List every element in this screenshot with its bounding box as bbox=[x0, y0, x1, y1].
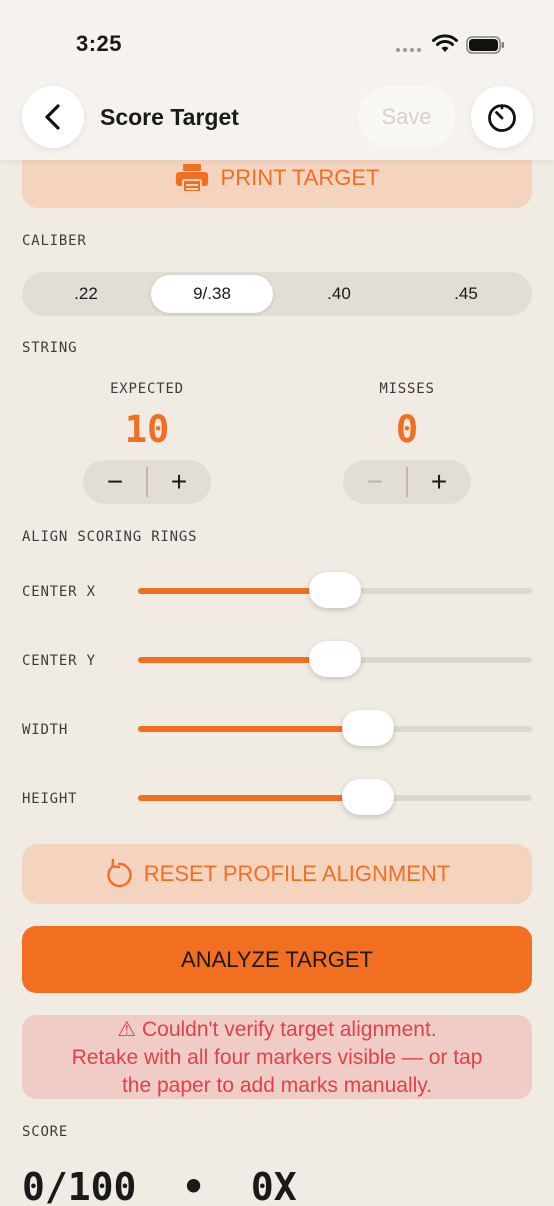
page-title: Score Target bbox=[100, 104, 239, 130]
expected-label: EXPECTED bbox=[110, 381, 184, 397]
center-x-label: CENTER X bbox=[22, 584, 96, 600]
alert-line: the paper to add marks manually. bbox=[121, 1074, 433, 1097]
slider-fill bbox=[138, 726, 369, 732]
reset-icon bbox=[107, 858, 132, 888]
chevron-left-icon bbox=[45, 104, 60, 130]
print-target-label: PRINT TARGET bbox=[220, 165, 380, 190]
score-value: 0/100 bbox=[22, 1165, 137, 1206]
expected-decrement-button[interactable]: − bbox=[83, 460, 147, 504]
caliber-option-9-38[interactable]: 9/.38 bbox=[151, 275, 273, 313]
score-section-label: SCORE bbox=[22, 1124, 69, 1140]
timer-icon bbox=[488, 101, 516, 132]
misses-increment-button[interactable]: + bbox=[407, 460, 471, 504]
expected-increment-button[interactable]: + bbox=[147, 460, 211, 504]
string-section-label: STRING bbox=[22, 340, 78, 356]
misses-stepper: − + bbox=[343, 460, 471, 504]
slider-fill bbox=[138, 795, 369, 801]
caliber-option-45[interactable]: .45 bbox=[405, 275, 527, 313]
height-slider[interactable] bbox=[138, 779, 532, 815]
status-bar: 3:25 bbox=[0, 0, 554, 80]
caliber-option-22[interactable]: .22 bbox=[25, 275, 147, 313]
center-y-label: CENTER Y bbox=[22, 653, 96, 669]
center-x-slider[interactable] bbox=[138, 572, 532, 608]
cellular-signal-icon bbox=[396, 48, 421, 52]
misses-decrement-button[interactable]: − bbox=[343, 460, 407, 504]
caliber-section-label: CALIBER bbox=[22, 233, 87, 249]
reset-alignment-button[interactable]: RESET PROFILE ALIGNMENT bbox=[22, 844, 532, 904]
width-slider[interactable] bbox=[138, 710, 532, 746]
height-label: HEIGHT bbox=[22, 791, 78, 807]
width-label: WIDTH bbox=[22, 722, 69, 738]
timer-button[interactable] bbox=[471, 86, 533, 148]
slider-thumb[interactable] bbox=[342, 710, 395, 746]
align-section-label: ALIGN SCORING RINGS bbox=[22, 529, 198, 545]
slider-fill bbox=[138, 657, 335, 663]
analyze-target-button[interactable]: ANALYZE TARGET bbox=[22, 926, 532, 993]
caliber-option-40[interactable]: .40 bbox=[278, 275, 400, 313]
score-separator: • bbox=[182, 1165, 206, 1206]
expected-value: 10 bbox=[124, 408, 170, 451]
x-count: 0X bbox=[250, 1165, 297, 1206]
back-button[interactable] bbox=[22, 86, 84, 148]
misses-value: 0 bbox=[395, 408, 419, 451]
status-time: 3:25 bbox=[76, 31, 123, 56]
caliber-segmented-control: .22 9/.38 .40 .45 bbox=[22, 272, 532, 316]
alert-line: Retake with all four markers visible — o… bbox=[71, 1046, 483, 1069]
slider-thumb[interactable] bbox=[309, 572, 361, 608]
expected-stepper: − + bbox=[83, 460, 211, 504]
reset-alignment-label: RESET PROFILE ALIGNMENT bbox=[143, 861, 451, 886]
printer-icon bbox=[175, 164, 208, 193]
misses-label: MISSES bbox=[379, 381, 435, 397]
center-y-slider[interactable] bbox=[138, 641, 532, 677]
battery-icon bbox=[466, 36, 504, 54]
save-button[interactable]: Save bbox=[358, 86, 455, 148]
score-summary: 0/100 • 0X bbox=[22, 1165, 297, 1206]
slider-fill bbox=[138, 588, 335, 594]
alignment-warning: ⚠ Couldn't verify target alignment. Reta… bbox=[22, 1015, 532, 1099]
alert-line: ⚠ Couldn't verify target alignment. bbox=[117, 1018, 437, 1041]
slider-thumb[interactable] bbox=[309, 641, 361, 677]
nav-bar: Score Target Save bbox=[0, 80, 554, 160]
slider-thumb[interactable] bbox=[342, 779, 395, 815]
wifi-icon bbox=[432, 34, 458, 52]
